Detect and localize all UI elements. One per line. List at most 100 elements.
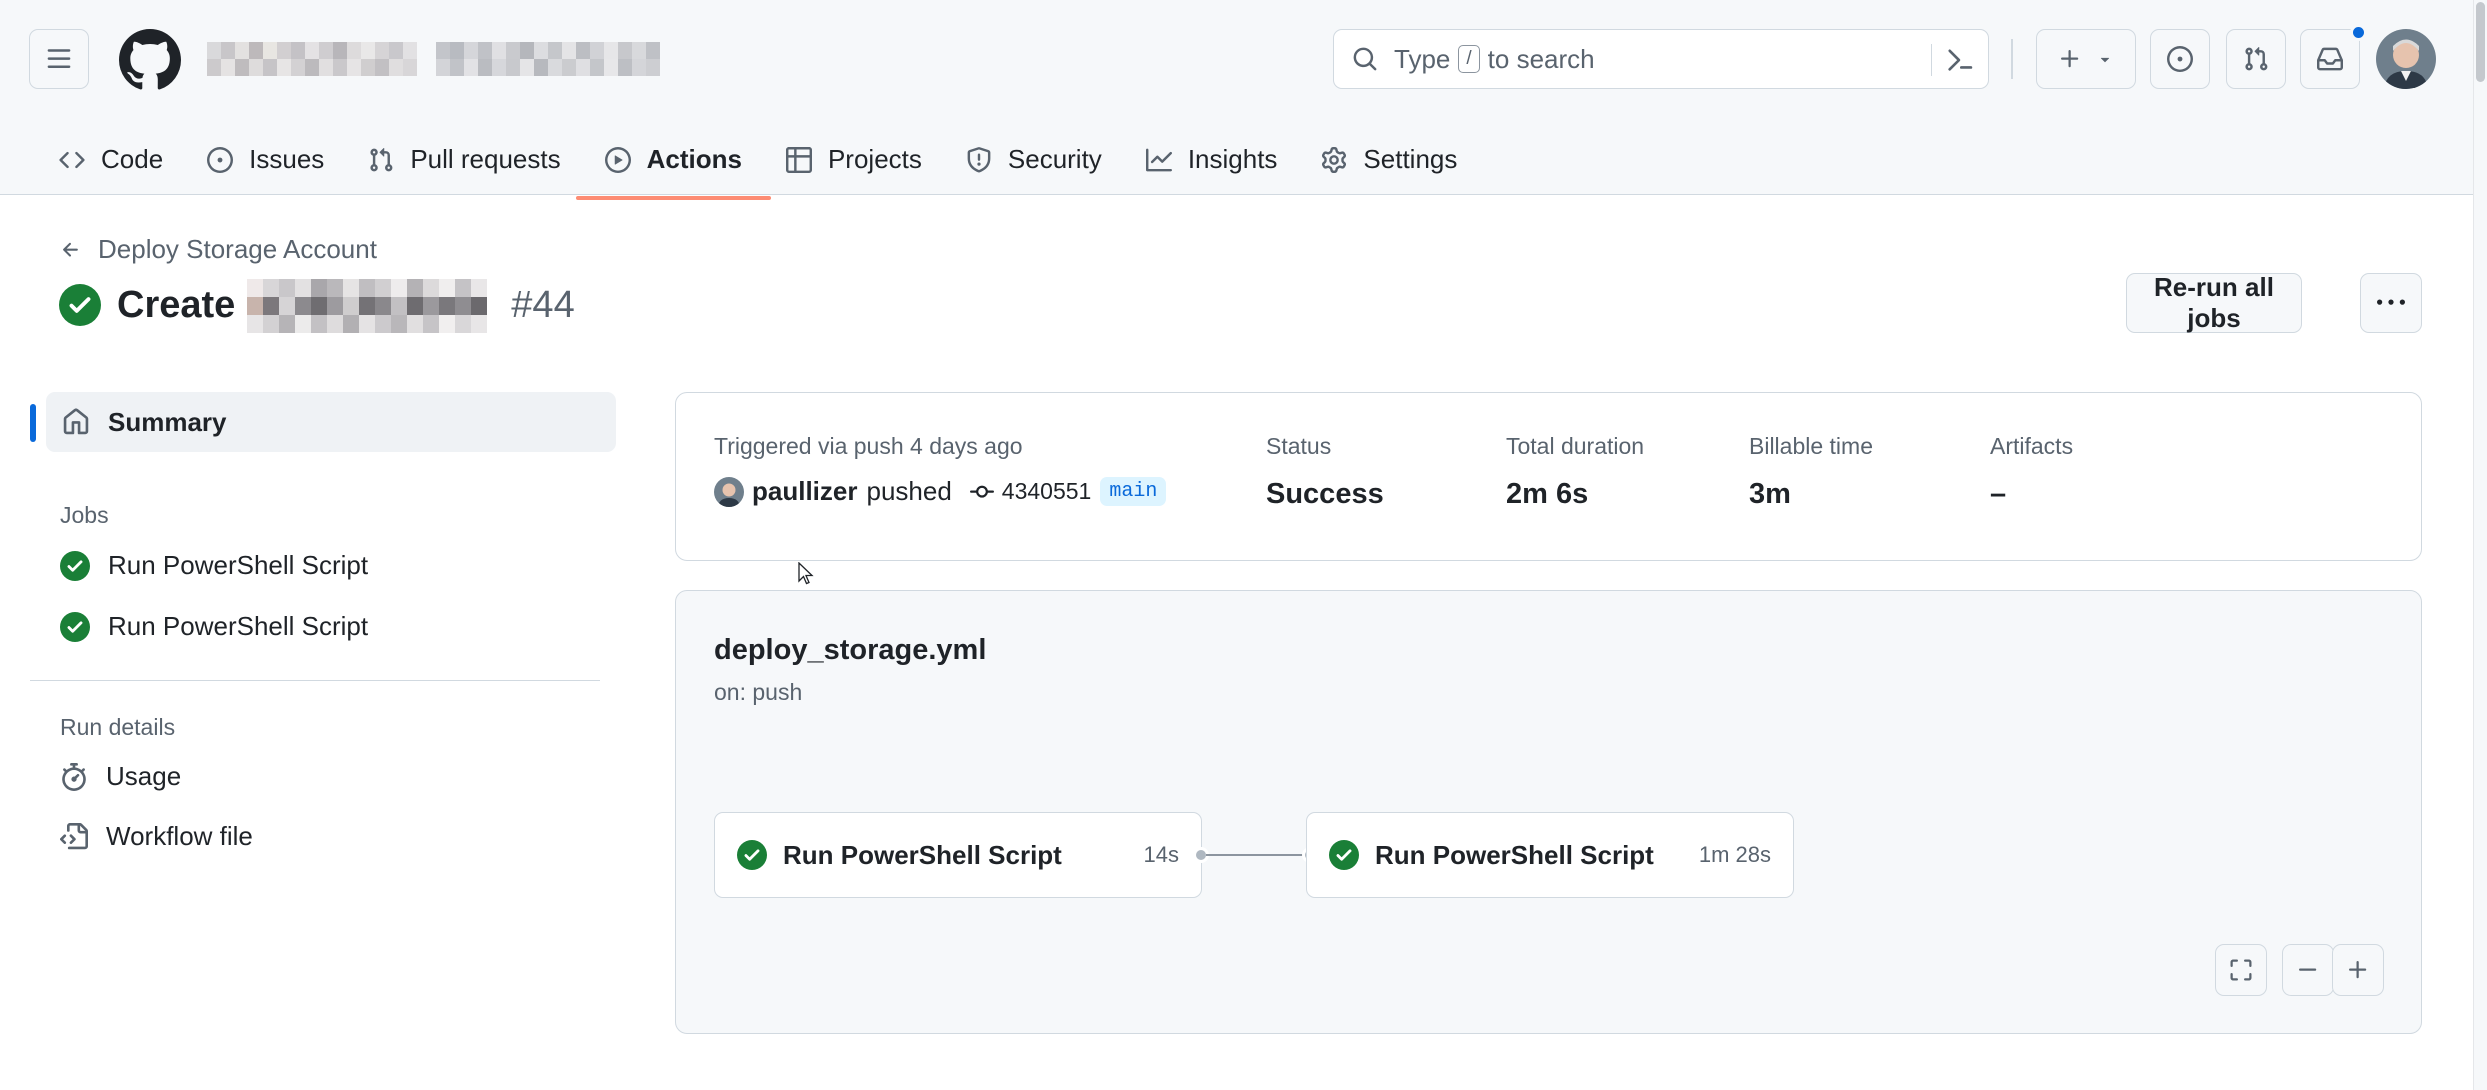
repo-nav-tabs: Code Issues Pull requests Actions Projec… bbox=[44, 124, 1486, 200]
commit-sha: 4340551 bbox=[1001, 478, 1092, 504]
trigger-info: Triggered via push 4 days ago paullizer … bbox=[714, 433, 1167, 507]
status-value: Success bbox=[1266, 478, 1384, 510]
run-details-heading: Run details bbox=[60, 714, 176, 740]
scrollbar-thumb[interactable] bbox=[2476, 2, 2485, 82]
tab-issues[interactable]: Issues bbox=[192, 134, 339, 186]
sidebar-item-summary[interactable]: Summary bbox=[46, 392, 616, 452]
tab-pull-requests[interactable]: Pull requests bbox=[353, 134, 575, 186]
play-icon bbox=[604, 146, 631, 173]
check-circle-fill-icon bbox=[60, 611, 90, 642]
artifacts-label: Artifacts bbox=[1990, 433, 2074, 459]
graph-icon bbox=[1145, 148, 1172, 171]
avatar[interactable] bbox=[714, 476, 744, 507]
trigger-action: pushed bbox=[866, 476, 952, 506]
search-divider bbox=[1931, 44, 1932, 76]
tab-projects[interactable]: Projects bbox=[771, 134, 937, 186]
search-placeholder-suffix: to search bbox=[1487, 43, 1595, 74]
check-circle-fill-icon bbox=[60, 550, 90, 581]
check-circle-fill-icon bbox=[1329, 840, 1359, 870]
notifications-button[interactable] bbox=[2300, 29, 2360, 89]
github-logo-icon[interactable] bbox=[119, 29, 181, 91]
tab-label: Projects bbox=[827, 144, 922, 174]
plus-icon bbox=[2061, 50, 2079, 68]
back-to-workflow-link[interactable]: Deploy Storage Account bbox=[60, 234, 377, 265]
tab-security[interactable]: Security bbox=[951, 134, 1117, 186]
your-issues-button[interactable] bbox=[2150, 29, 2210, 89]
tab-label: Insights bbox=[1187, 144, 1278, 174]
git-pull-request-icon bbox=[2245, 46, 2268, 71]
status-info: Status Success bbox=[1266, 433, 1384, 511]
tab-actions[interactable]: Actions bbox=[575, 134, 772, 200]
sidebar-job-label: Run PowerShell Script bbox=[108, 611, 369, 641]
check-circle-fill-icon bbox=[59, 284, 101, 326]
fullscreen-icon bbox=[2230, 959, 2252, 981]
command-palette-icon[interactable] bbox=[1946, 46, 1974, 74]
tab-settings[interactable]: Settings bbox=[1306, 134, 1472, 186]
job-connector-line bbox=[1206, 854, 1314, 856]
more-options-button[interactable] bbox=[2360, 273, 2422, 333]
artifacts-value: – bbox=[1990, 478, 2007, 510]
workflow-trigger: on: push bbox=[714, 679, 803, 705]
active-indicator bbox=[30, 404, 36, 442]
home-icon bbox=[63, 408, 89, 435]
sidebar-item-workflow-file[interactable]: Workflow file bbox=[60, 821, 253, 852]
commit-link[interactable]: 4340551 bbox=[969, 478, 1092, 505]
jobs-heading: Jobs bbox=[60, 502, 109, 528]
billable-info: Billable time 3m bbox=[1749, 433, 1873, 511]
code-icon bbox=[59, 151, 85, 168]
billable-value: 3m bbox=[1749, 478, 1791, 510]
sidebar-job-item[interactable]: Run PowerShell Script bbox=[60, 611, 368, 642]
search-icon bbox=[1353, 47, 1377, 71]
search-placeholder-prefix: Type bbox=[1394, 43, 1451, 74]
page-scrollbar[interactable] bbox=[2473, 0, 2487, 1090]
fullscreen-button[interactable] bbox=[2215, 944, 2267, 996]
workflow-graph: deploy_storage.yml on: push Run PowerShe… bbox=[675, 590, 2422, 1034]
file-code-icon bbox=[60, 822, 88, 849]
chevron-down-icon bbox=[2100, 57, 2110, 63]
job-node[interactable]: Run PowerShell Script 1m 28s bbox=[1306, 812, 1794, 898]
run-summary-card: Triggered via push 4 days ago paullizer … bbox=[675, 392, 2422, 561]
kebab-horizontal-icon bbox=[2377, 299, 2405, 305]
tab-label: Security bbox=[1007, 144, 1102, 174]
tab-label: Actions bbox=[646, 144, 742, 174]
repo-name-redacted[interactable] bbox=[436, 42, 666, 76]
tab-insights[interactable]: Insights bbox=[1131, 134, 1293, 186]
sidebar-item-usage[interactable]: Usage bbox=[60, 761, 181, 792]
branch-badge[interactable]: main bbox=[1100, 477, 1167, 506]
actor-link[interactable]: paullizer bbox=[752, 476, 857, 507]
tab-label: Settings bbox=[1363, 144, 1458, 174]
header-divider bbox=[2011, 39, 2013, 79]
job-node[interactable]: Run PowerShell Script 14s bbox=[714, 812, 1202, 898]
search-input[interactable]: Type / to search bbox=[1333, 29, 1989, 89]
back-link-label: Deploy Storage Account bbox=[98, 234, 377, 264]
repo-owner-redacted[interactable] bbox=[207, 42, 417, 76]
job-duration: 1m 28s bbox=[1698, 842, 1771, 867]
rerun-all-jobs-button[interactable]: Re-run all jobs bbox=[2126, 272, 2302, 333]
zoom-out-button[interactable] bbox=[2282, 944, 2334, 996]
duration-value: 2m 6s bbox=[1506, 478, 1589, 510]
git-commit-icon bbox=[969, 485, 994, 498]
job-label: Run PowerShell Script bbox=[1375, 839, 1654, 870]
workflow-file-name[interactable]: deploy_storage.yml bbox=[714, 634, 986, 667]
hamburger-icon bbox=[47, 49, 71, 68]
inbox-icon bbox=[2317, 47, 2343, 71]
tab-label: Issues bbox=[249, 144, 325, 174]
sidebar-job-item[interactable]: Run PowerShell Script bbox=[60, 550, 368, 581]
your-pull-requests-button[interactable] bbox=[2226, 29, 2286, 89]
create-new-button[interactable] bbox=[2036, 29, 2136, 89]
mouse-cursor-icon bbox=[798, 562, 814, 585]
sidebar-item-label: Workflow file bbox=[106, 821, 253, 851]
issue-opened-icon bbox=[2167, 46, 2193, 72]
global-header: Type / to search Code Issues Pull reques… bbox=[0, 0, 2473, 200]
tab-label: Pull requests bbox=[410, 144, 561, 174]
shield-icon bbox=[967, 146, 991, 172]
hamburger-menu-button[interactable] bbox=[29, 29, 89, 89]
tab-label: Code bbox=[101, 144, 164, 174]
page-title: Create #44 bbox=[59, 279, 575, 333]
avatar[interactable] bbox=[2376, 29, 2436, 89]
gear-icon bbox=[1322, 146, 1347, 173]
tab-code[interactable]: Code bbox=[44, 134, 178, 186]
git-pull-request-icon bbox=[370, 147, 393, 171]
run-title: Create bbox=[117, 283, 236, 326]
zoom-in-button[interactable] bbox=[2332, 944, 2384, 996]
